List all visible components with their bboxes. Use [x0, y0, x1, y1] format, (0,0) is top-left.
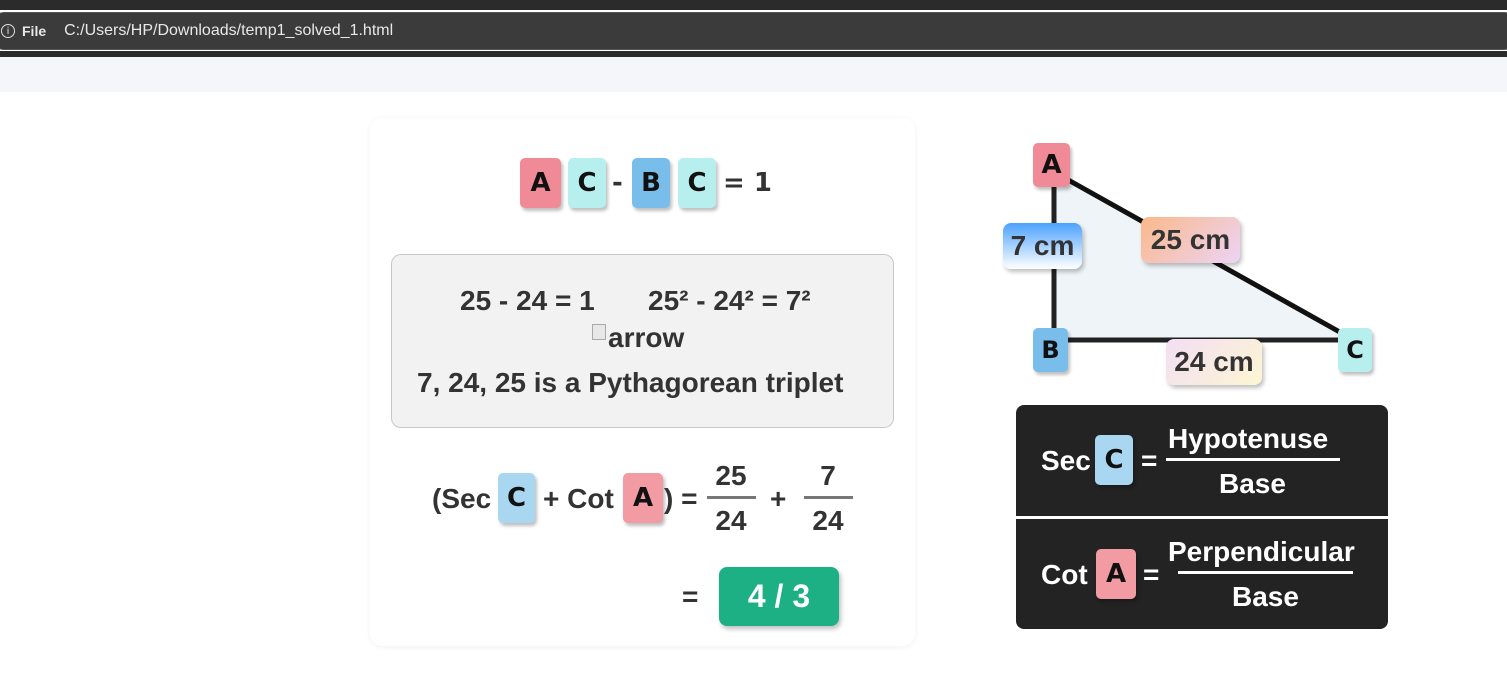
cot-equals: = [1143, 559, 1160, 590]
cot-label: Cot [1041, 559, 1088, 590]
cot-denominator: Base [1232, 581, 1299, 612]
cot-numerator: Perpendicular [1168, 536, 1355, 567]
formula-divider [1016, 516, 1388, 519]
cot-fraction-bar [1178, 571, 1353, 574]
vertex-b: B [1033, 328, 1068, 372]
vertex-a: A [1033, 143, 1070, 187]
sec-label: Sec [1041, 445, 1091, 476]
sec-fraction-bar [1166, 458, 1340, 461]
vertex-c: C [1338, 328, 1372, 372]
cot-chip-a: A [1096, 549, 1136, 599]
sec-chip-c: C [1095, 435, 1133, 485]
side-ab-label: 7 cm [1003, 223, 1082, 269]
sec-equals: = [1141, 445, 1158, 476]
sec-denominator: Base [1219, 468, 1286, 499]
side-bc-label: 24 cm [1166, 339, 1262, 385]
sec-numerator: Hypotenuse [1168, 423, 1329, 454]
side-ac-label: 25 cm [1141, 217, 1240, 263]
